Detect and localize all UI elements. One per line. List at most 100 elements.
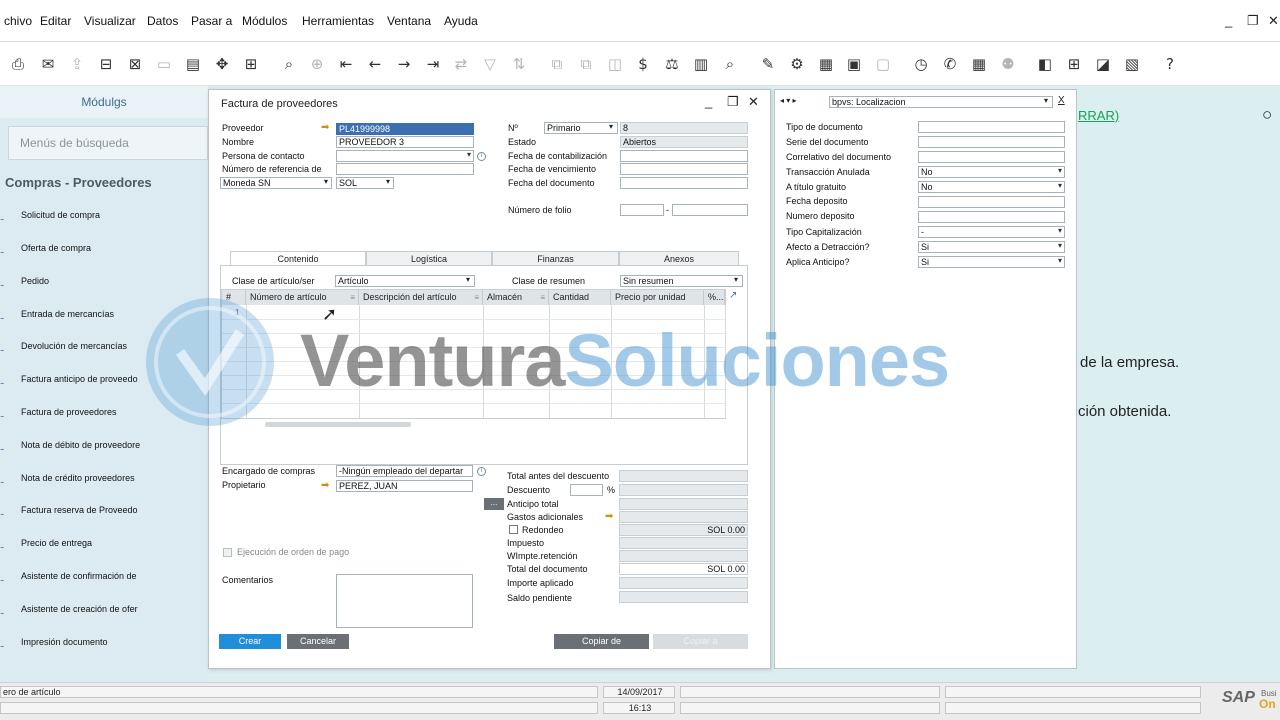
horizontal-scrollbar[interactable] [265,422,411,427]
nav-arrows[interactable]: ◂ ▾ ▸ [780,96,797,105]
localizacion-select[interactable]: bpvs: Localizacion [829,96,1053,108]
activity-icon[interactable]: ✆ [940,54,960,74]
printer-icon[interactable]: ⎙ [8,54,28,74]
send-icon[interactable]: ⇪ [67,54,87,74]
reports-icon[interactable]: ▧ [1122,54,1142,74]
udf-numero-deposito-field[interactable] [918,211,1065,223]
window-restore-button[interactable]: ❐ [727,94,739,110]
journal-icon[interactable]: ▥ [691,54,711,74]
background-link[interactable]: RRAR) [1078,108,1119,123]
fecha-vencimiento-field[interactable] [620,163,748,175]
folio-number-field[interactable] [672,204,748,216]
expand-icon[interactable]: ↗ [729,290,737,301]
gross-profit-icon[interactable]: ◫ [605,54,625,74]
next-record-icon[interactable]: → [394,54,414,74]
volume-weight-icon[interactable]: ⚖ [662,54,682,74]
first-record-icon[interactable]: ⇤ [336,54,356,74]
udf-aplica-anticipo-select[interactable]: Si ▾ [918,256,1065,268]
window-close-button[interactable]: ✕ [748,94,759,110]
col-almacen[interactable]: Almacén ≡ [483,290,549,305]
sidebar-item-entrada[interactable]: - Entrada de mercancías [0,308,208,328]
base-document-icon[interactable]: ⧉ [547,54,567,74]
link-arrow-icon[interactable]: ➡ [605,511,613,523]
window-minimize-button[interactable]: _ [705,94,712,109]
numero-field[interactable]: 8 [620,122,748,134]
tab-contenido[interactable]: Contenido [230,251,366,266]
copiar-a-button[interactable]: Copiar a [653,634,748,649]
menu-ventana[interactable]: Ventana [387,14,431,28]
col-descripcion[interactable]: Descripción del artículo ≡ [359,290,483,305]
menu-editar[interactable]: Editar [40,14,71,28]
info-icon[interactable]: i [477,467,486,476]
contacts-icon[interactable]: ⚉ [998,54,1018,74]
app-close-button[interactable]: ✕ [1268,13,1279,29]
menu-pasar-a[interactable]: Pasar a [191,14,232,28]
menu-archivo[interactable]: chivo [4,14,32,28]
preview-icon[interactable]: ⌕ [720,54,740,74]
document-settings-icon[interactable]: ▦ [816,54,836,74]
redondeo-checkbox[interactable] [509,525,518,534]
pdf-export-icon[interactable]: ▤ [183,54,203,74]
udf-fecha-deposito-field[interactable] [918,196,1065,208]
move-icon[interactable]: ✥ [212,54,232,74]
sidebar-item-nota-credito[interactable]: - Nota de crédito proveedores [0,472,208,492]
sort-icon[interactable]: ⇅ [509,54,529,74]
sidebar-item-nota-debito[interactable]: - Nota de débito de proveedore [0,439,208,459]
nombre-field[interactable]: PROVEEDOR 3 [336,136,474,148]
ejecucion-checkbox[interactable] [223,548,232,557]
crear-button[interactable]: Crear [219,634,281,649]
udf-tipo-documento-field[interactable] [918,121,1065,133]
propietario-field[interactable]: PEREZ, JUAN [336,480,473,492]
sidebar-item-asistente-confirmacion[interactable]: - Asistente de confirmación de [0,570,208,590]
series-select[interactable]: Primario [544,122,618,134]
col-precio-unidad[interactable]: Precio por unidad [611,290,704,305]
numero-referencia-field[interactable] [336,163,474,175]
col-numero-articulo[interactable]: Número de artículo ≡ [246,290,359,305]
clase-articulo-select[interactable]: Artículo [335,275,475,287]
proveedor-field[interactable]: PL41999998 [336,123,474,135]
last-record-icon[interactable]: ⇥ [423,54,443,74]
copiar-de-button[interactable]: Copiar de [554,634,649,649]
app-minimize-button[interactable]: _ [1225,13,1232,28]
target-document-icon[interactable]: ⧉ [576,54,596,74]
filter-icon[interactable]: ▽ [480,54,500,74]
find-icon[interactable]: ⌕ [279,54,299,74]
folio-prefix-field[interactable] [620,204,664,216]
udf-afecto-detraccion-select[interactable]: Si ▾ [918,241,1065,253]
sidebar-item-devolucion[interactable]: - Devolución de mercancías [0,340,208,360]
udf-serie-documento-field[interactable] [918,136,1065,148]
persona-contacto-select[interactable]: ▾ [336,150,474,162]
menu-datos[interactable]: Datos [147,14,178,28]
fecha-contabilizacion-field[interactable] [620,150,748,162]
fecha-documento-field[interactable] [620,177,748,189]
menu-herramientas[interactable]: Herramientas [302,14,374,28]
dashboard-icon[interactable]: ◧ [1035,54,1055,74]
tab-modulos[interactable]: Módulgs [0,86,208,118]
udf-correlativo-field[interactable] [918,151,1065,163]
payment-means-icon[interactable]: $ [633,54,653,74]
sidebar-item-asistente-creacion[interactable]: - Asistente de creación de ofer [0,603,208,623]
menu-ayuda[interactable]: Ayuda [444,14,478,28]
descuento-percent-field[interactable] [570,484,603,496]
edit-icon[interactable]: ✎ [758,54,778,74]
sidebar-item-factura-anticipo[interactable]: - Factura anticipo de proveedo [0,373,208,393]
help-icon[interactable]: ? [1160,54,1180,74]
sidebar-item-oferta[interactable]: - Oferta de compra [0,242,208,262]
messages-icon[interactable]: ▣ [844,54,864,74]
sidebar-item-precio-entrega[interactable]: - Precio de entrega [0,537,208,557]
menu-search-input[interactable]: Menús de búsqueda [8,126,208,160]
moneda-select[interactable]: Moneda SN [220,177,332,189]
notes-icon[interactable]: ▢ [873,54,893,74]
alerts-icon[interactable]: ◷ [911,54,931,74]
info-icon[interactable]: i [477,152,486,161]
tab-finanzas[interactable]: Finanzas [492,251,619,266]
link-arrow-icon[interactable]: ➡ [321,122,329,134]
sidebar-item-factura-proveedores[interactable]: - Factura de proveedores [0,406,208,426]
cockpit-icon[interactable]: ◪ [1093,54,1113,74]
excel-export-icon[interactable]: ⊠ [125,54,145,74]
refresh-icon[interactable]: ⇄ [451,54,471,74]
udf-tipo-capitalizacion-select[interactable]: - ▾ [918,226,1065,238]
sidebar-item-factura-reserva[interactable]: - Factura reserva de Proveedo [0,504,208,524]
sidebar-item-solicitud[interactable]: - Solicitud de compra [0,209,208,229]
sidebar-item-impresion[interactable]: - Impresión documento [0,636,208,656]
